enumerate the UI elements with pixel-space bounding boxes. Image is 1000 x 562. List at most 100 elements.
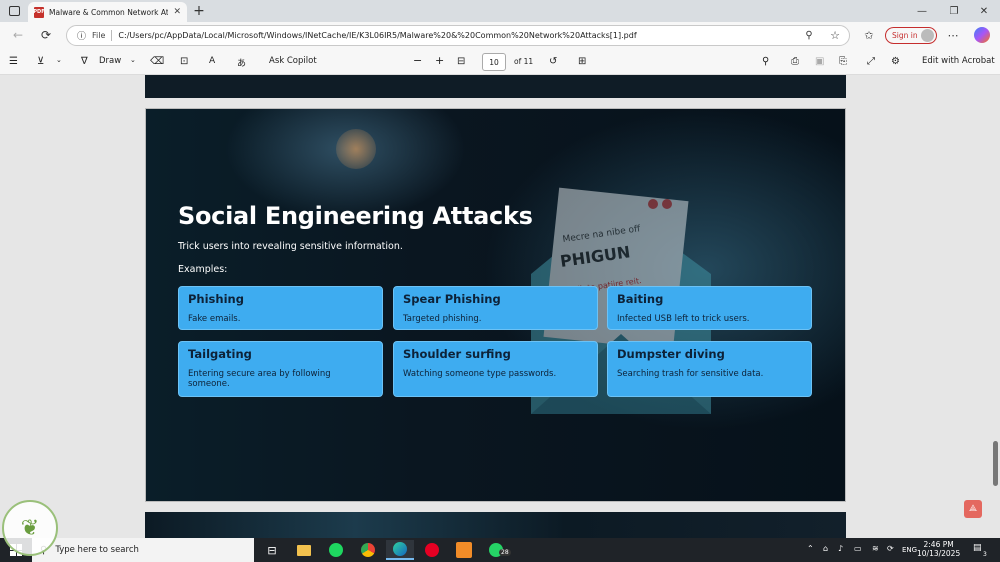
page-number-input[interactable]: 10 xyxy=(482,53,506,71)
chrome-icon[interactable] xyxy=(354,540,382,560)
pinterest-icon[interactable] xyxy=(418,540,446,560)
next-page xyxy=(145,512,846,538)
notification-icon[interactable]: ▤ xyxy=(973,543,982,553)
notification-count: 3 xyxy=(983,551,987,558)
scrollbar-thumb[interactable] xyxy=(993,441,998,486)
card-dumpster-diving: Dumpster diving Searching trash for sens… xyxy=(607,341,812,397)
rotate-icon[interactable]: ↺ xyxy=(549,56,557,67)
zoom-out-button[interactable]: − xyxy=(413,54,422,67)
battery-icon[interactable]: ▭ xyxy=(854,544,862,553)
back-icon[interactable]: ← xyxy=(10,27,26,43)
close-window-button[interactable]: ✕ xyxy=(974,3,994,19)
read-aloud-icon[interactable]: A xyxy=(209,56,215,66)
copilot-icon[interactable] xyxy=(974,27,990,43)
save-as-icon[interactable]: ⎘ xyxy=(839,56,847,67)
eraser-icon[interactable]: ⌫ xyxy=(150,56,164,67)
whatsapp-badge: 28 xyxy=(499,549,511,556)
acrobat-icon[interactable]: ⟁ xyxy=(964,500,982,518)
edit-with-acrobat-button[interactable]: Edit with Acrobat xyxy=(922,56,995,66)
slide-title: Social Engineering Attacks xyxy=(178,202,533,230)
bokeh-light xyxy=(336,129,376,169)
whatsapp-icon[interactable]: 28 xyxy=(482,540,511,560)
maximize-button[interactable]: ❐ xyxy=(944,3,964,19)
wifi-icon[interactable]: ≋ xyxy=(872,544,879,553)
sync-icon[interactable]: ⟳ xyxy=(887,544,894,553)
card-heading: Spear Phishing xyxy=(403,292,501,306)
clock[interactable]: 2:46 PM 10/13/2025 xyxy=(917,540,960,559)
clock-time: 2:46 PM xyxy=(923,540,954,549)
card-description: Entering secure area by following someon… xyxy=(188,369,331,390)
translate-icon[interactable]: あ xyxy=(237,56,246,69)
language-indicator[interactable]: ENG xyxy=(902,546,917,554)
address-file-label: File xyxy=(92,31,106,40)
pdf-viewer[interactable]: Mecre na nibe off PHIGUN Abail, to patii… xyxy=(0,75,1000,538)
card-heading: Tailgating xyxy=(188,347,252,361)
tab-title: Malware & Common Network Att xyxy=(49,7,169,17)
card-description: Targeted phishing. xyxy=(403,314,482,324)
edge-icon[interactable] xyxy=(386,540,414,560)
ask-copilot-button[interactable]: Ask Copilot xyxy=(269,56,317,66)
previous-page xyxy=(145,75,846,98)
task-view-icon[interactable]: ⊟ xyxy=(258,540,286,560)
card-description: Fake emails. xyxy=(188,314,241,324)
card-baiting: Baiting Infected USB left to trick users… xyxy=(607,286,812,330)
save-icon[interactable]: ▣ xyxy=(815,56,824,67)
draw-button[interactable]: Draw xyxy=(99,56,121,66)
card-shoulder-surfing: Shoulder surfing Watching someone type p… xyxy=(393,341,598,397)
favorite-star-icon[interactable]: ☆ xyxy=(828,28,842,42)
sign-in-label: Sign in xyxy=(892,31,918,40)
vertical-scrollbar[interactable] xyxy=(990,75,1000,538)
avatar xyxy=(921,29,934,42)
print-icon[interactable]: ⎙ xyxy=(791,56,799,67)
refresh-icon[interactable]: ⟳ xyxy=(38,27,54,43)
contents-icon[interactable]: ☰ xyxy=(9,56,18,67)
spotify-icon[interactable] xyxy=(322,540,350,560)
taskbar: ⚲ Type here to search ⊟ 28 ⌃ ⌂ ♪ ▭ ≋ ⟳ E… xyxy=(0,538,1000,562)
new-tab-button[interactable]: + xyxy=(191,2,207,20)
minimize-button[interactable]: — xyxy=(912,3,932,19)
text-box-icon[interactable]: ⊡ xyxy=(180,56,188,67)
page-total: of 11 xyxy=(514,57,534,66)
address-bar[interactable]: ⓘ File C:/Users/pc/AppData/Local/Microso… xyxy=(66,25,850,46)
page-view-icon[interactable]: ⊞ xyxy=(578,56,586,67)
pdf-toolbar: ☰ ⊻ ⌄ ∇ Draw ⌄ ⌫ ⊡ A あ Ask Copilot − + ⊟… xyxy=(0,49,1000,75)
address-toolbar: ← ⟳ ⓘ File C:/Users/pc/AppData/Local/Mic… xyxy=(0,22,1000,49)
sign-in-button[interactable]: Sign in xyxy=(885,27,937,44)
slide-subtitle: Trick users into revealing sensitive inf… xyxy=(178,241,403,252)
draw-chevron-icon[interactable]: ⌄ xyxy=(130,56,136,64)
card-phishing: Phishing Fake emails. xyxy=(178,286,383,330)
search-icon[interactable]: ⚲ xyxy=(762,56,769,67)
card-description: Watching someone type passwords. xyxy=(403,369,557,379)
examples-label: Examples: xyxy=(178,264,228,275)
file-explorer-icon[interactable] xyxy=(290,540,318,560)
favorites-icon[interactable]: ✩ xyxy=(862,28,876,42)
vlc-icon[interactable] xyxy=(450,540,478,560)
draw-icon[interactable]: ∇ xyxy=(81,56,88,67)
card-description: Infected USB left to trick users. xyxy=(617,314,750,324)
clock-date: 10/13/2025 xyxy=(917,549,961,559)
more-options-icon[interactable]: ⋯ xyxy=(946,28,960,42)
network-icon[interactable]: ⌂ xyxy=(823,544,828,553)
zoom-in-button[interactable]: + xyxy=(435,54,444,67)
zoom-icon[interactable]: ⚲ xyxy=(802,28,816,42)
highlight-chevron-icon[interactable]: ⌄ xyxy=(56,56,62,64)
info-icon[interactable]: ⓘ xyxy=(77,29,86,42)
card-spear-phishing: Spear Phishing Targeted phishing. xyxy=(393,286,598,330)
highlight-icon[interactable]: ⊻ xyxy=(37,56,44,67)
taskbar-search-placeholder: Type here to search xyxy=(55,545,139,555)
tab-close-icon[interactable]: ✕ xyxy=(173,7,181,17)
card-heading: Phishing xyxy=(188,292,244,306)
address-divider xyxy=(111,30,113,41)
settings-gear-icon[interactable]: ⚙ xyxy=(891,56,900,67)
tab-actions-icon[interactable] xyxy=(8,5,21,17)
taskbar-search[interactable]: ⚲ Type here to search xyxy=(32,538,254,562)
expand-icon[interactable]: ⤢ xyxy=(867,56,875,67)
tray-chevron-icon[interactable]: ⌃ xyxy=(807,544,814,553)
card-tailgating: Tailgating Entering secure area by follo… xyxy=(178,341,383,397)
tab-malware-pdf[interactable]: PDF Malware & Common Network Att ✕ xyxy=(28,2,187,22)
pdf-page-10: Mecre na nibe off PHIGUN Abail, to patii… xyxy=(145,108,846,502)
fit-page-icon[interactable]: ⊟ xyxy=(457,56,465,67)
card-description: Searching trash for sensitive data. xyxy=(617,369,764,379)
volume-icon[interactable]: ♪ xyxy=(838,544,843,553)
address-url[interactable]: C:/Users/pc/AppData/Local/Microsoft/Wind… xyxy=(118,31,636,40)
